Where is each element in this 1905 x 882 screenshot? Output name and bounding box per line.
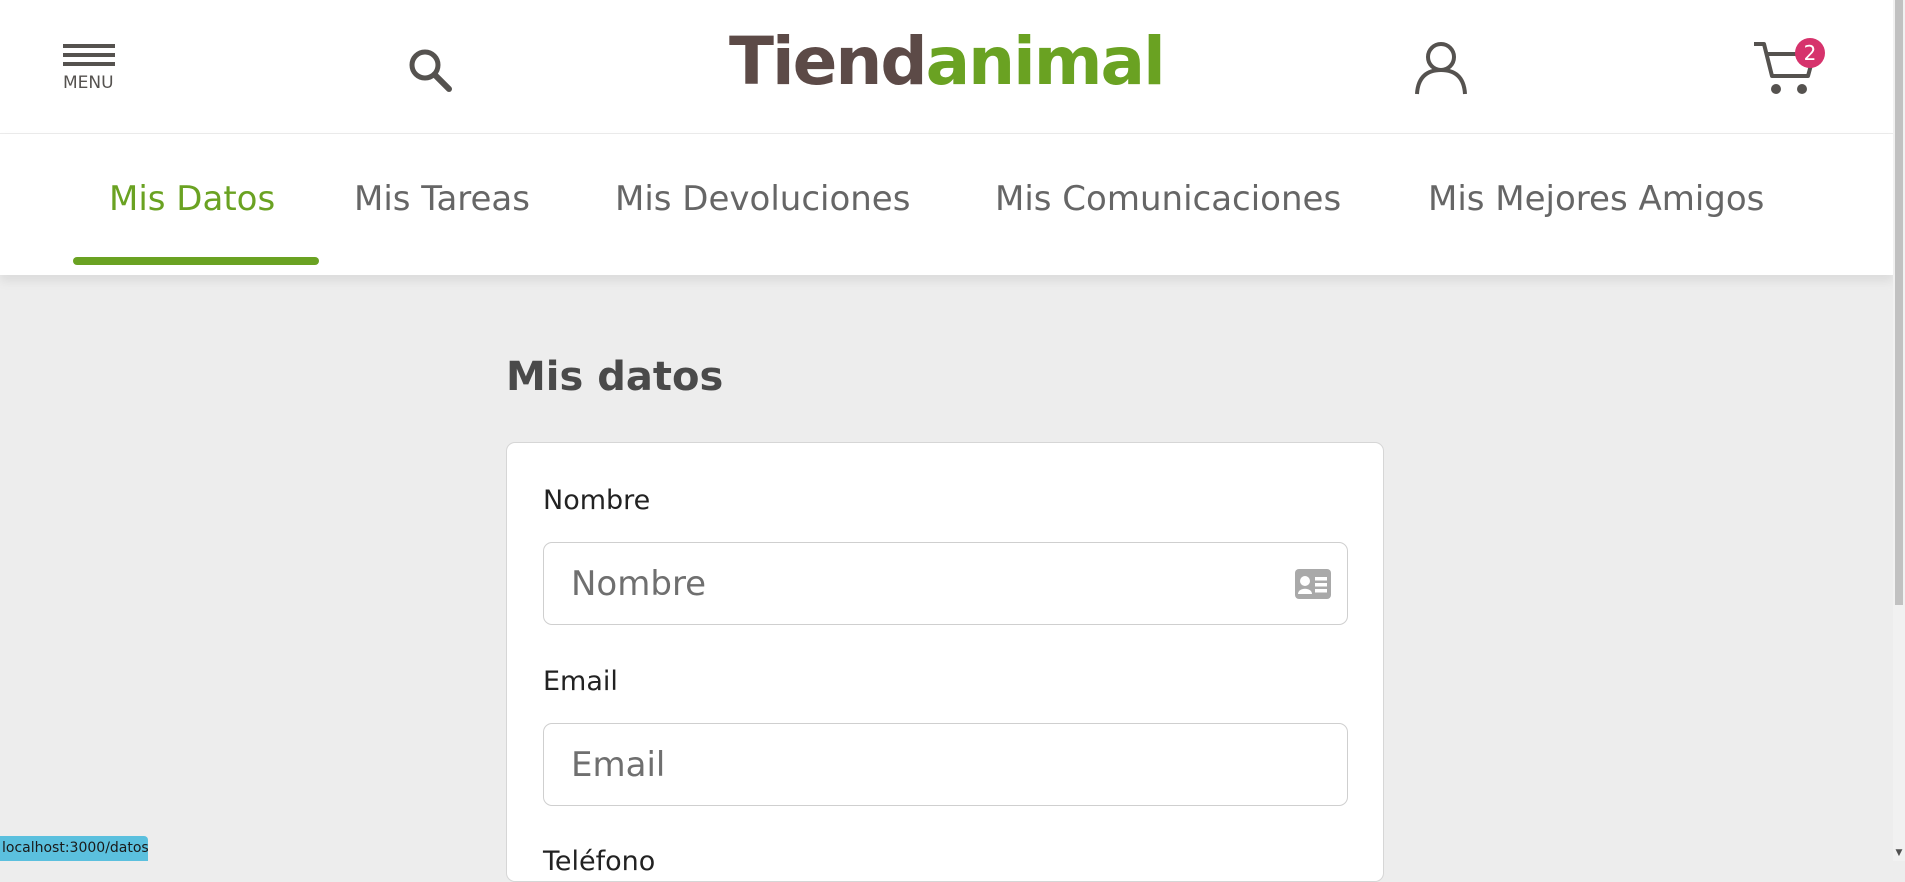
tab-mis-datos[interactable]: Mis Datos (109, 174, 275, 224)
personal-data-form: Nombre Email Teléfono (506, 442, 1384, 882)
cart-count-badge: 2 (1795, 38, 1825, 68)
page-title: Mis datos (506, 354, 724, 400)
nombre-label: Nombre (543, 485, 651, 516)
scrollbar-thumb[interactable] (1895, 0, 1903, 605)
hamburger-icon-bar (63, 62, 115, 66)
search-button[interactable] (406, 46, 454, 94)
scroll-down-arrow-icon[interactable]: ▼ (1893, 846, 1905, 860)
tab-mis-tareas[interactable]: Mis Tareas (354, 174, 530, 224)
search-icon (409, 49, 452, 92)
active-tab-indicator (73, 257, 319, 265)
menu-button[interactable]: MENU (62, 44, 118, 96)
email-label: Email (543, 666, 618, 697)
hamburger-icon-bar (63, 44, 115, 48)
page-scrollbar[interactable]: ▼ (1893, 0, 1905, 861)
tab-mis-mejores-amigos[interactable]: Mis Mejores Amigos (1428, 174, 1764, 224)
account-button[interactable] (1414, 40, 1468, 96)
logo-part-animal: animal (925, 23, 1166, 100)
user-icon (1415, 42, 1467, 95)
status-bar-url: localhost:3000/datos (0, 836, 148, 861)
menu-label: MENU (63, 73, 114, 93)
tab-mis-devoluciones[interactable]: Mis Devoluciones (615, 174, 910, 224)
logo-part-tiend: Tiend (729, 23, 928, 100)
email-input[interactable] (543, 723, 1348, 806)
nombre-input[interactable] (543, 542, 1348, 625)
id-card-icon (1295, 569, 1331, 599)
account-tabs: Mis Datos Mis Tareas Mis Devoluciones Mi… (0, 134, 1893, 275)
site-header: MENU Tiendanimal 2 (0, 0, 1893, 134)
telefono-label: Teléfono (543, 846, 656, 877)
site-logo[interactable]: Tiendanimal (729, 23, 1166, 100)
tab-mis-comunicaciones[interactable]: Mis Comunicaciones (995, 174, 1341, 224)
hamburger-icon-bar (63, 53, 115, 57)
